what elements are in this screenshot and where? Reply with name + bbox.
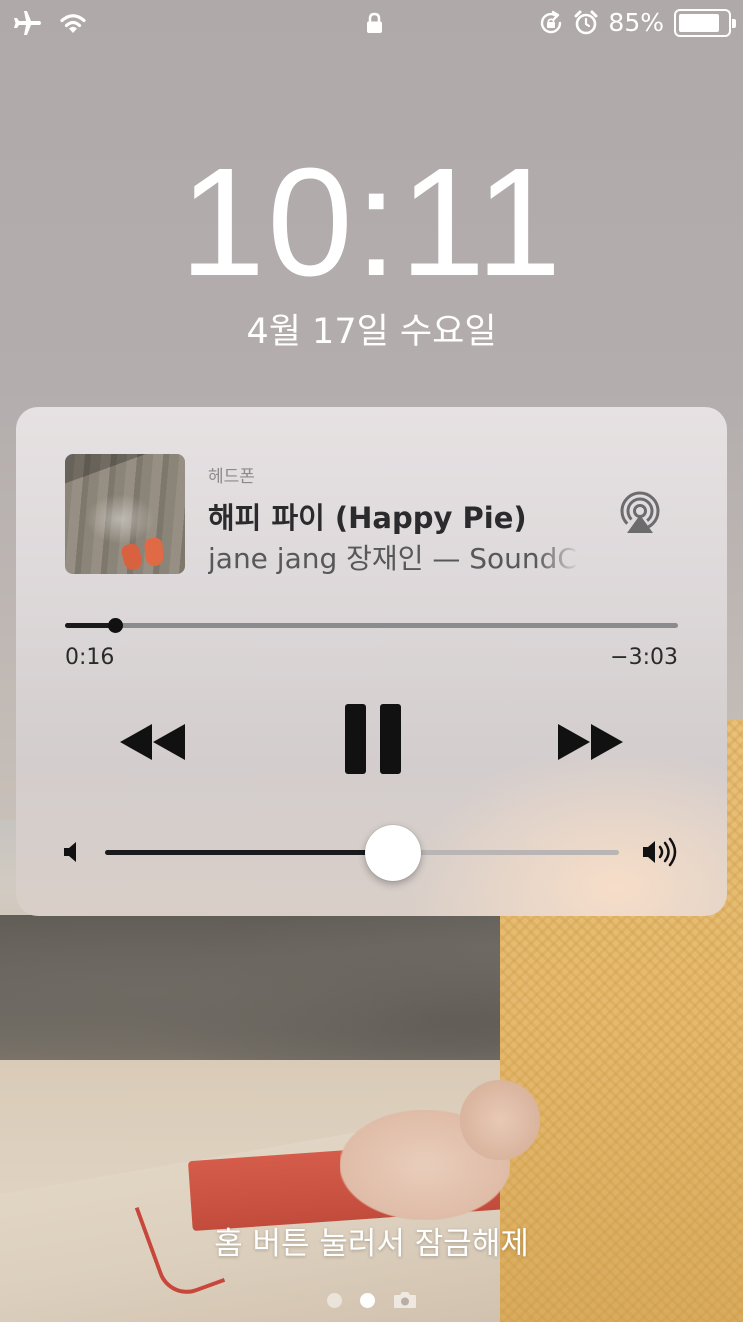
page-indicator[interactable] xyxy=(0,1291,743,1309)
airplane-mode-icon xyxy=(14,11,41,35)
battery-level-fill xyxy=(679,14,719,32)
wallpaper-hand-2 xyxy=(460,1080,540,1160)
output-device-label: 헤드폰 xyxy=(208,467,255,487)
pause-icon[interactable] xyxy=(344,703,402,775)
status-bar: 85% xyxy=(0,0,743,48)
wifi-icon xyxy=(60,14,86,33)
album-artwork-highlight xyxy=(85,494,155,544)
page-dot-active[interactable] xyxy=(359,1292,375,1308)
fast-forward-icon[interactable] xyxy=(556,722,626,762)
camera-icon[interactable] xyxy=(393,1291,417,1309)
volume-slider[interactable] xyxy=(105,825,619,881)
rewind-icon[interactable] xyxy=(117,722,187,762)
lock-screen-date: 4월 17일 수요일 xyxy=(246,312,497,352)
album-artwork[interactable] xyxy=(65,454,185,574)
battery-percent: 85% xyxy=(608,8,664,37)
playback-scrubber[interactable] xyxy=(65,618,678,633)
alarm-icon xyxy=(574,10,598,35)
song-artist: jane jang 장재인 — SoundCloud xyxy=(208,542,580,575)
rotation-lock-icon xyxy=(541,10,562,34)
album-artwork-shoe xyxy=(143,537,165,567)
unlock-hint: 홈 버튼 눌러서 잠금해제 xyxy=(214,1226,529,1262)
album-artwork-shoe xyxy=(119,542,145,572)
remaining-time: −3:03 xyxy=(610,645,678,670)
now-playing-widget: 헤드폰 해피 파이 (Happy Pie) jane jang 장재인 — So… xyxy=(16,407,727,916)
song-title: 해피 파이 (Happy Pie) xyxy=(208,501,527,535)
airplay-icon[interactable] xyxy=(617,491,663,537)
lock-screen-time: 10:11 xyxy=(179,136,564,308)
battery-icon xyxy=(674,9,736,37)
lock-icon xyxy=(367,12,382,33)
elapsed-time: 0:16 xyxy=(65,645,115,670)
playback-scrubber-knob[interactable] xyxy=(107,618,123,633)
volume-max-icon xyxy=(643,837,677,867)
volume-slider-knob[interactable] xyxy=(364,825,421,881)
volume-level-fill xyxy=(105,850,393,855)
page-dot[interactable] xyxy=(326,1292,342,1308)
volume-min-icon xyxy=(64,842,76,862)
